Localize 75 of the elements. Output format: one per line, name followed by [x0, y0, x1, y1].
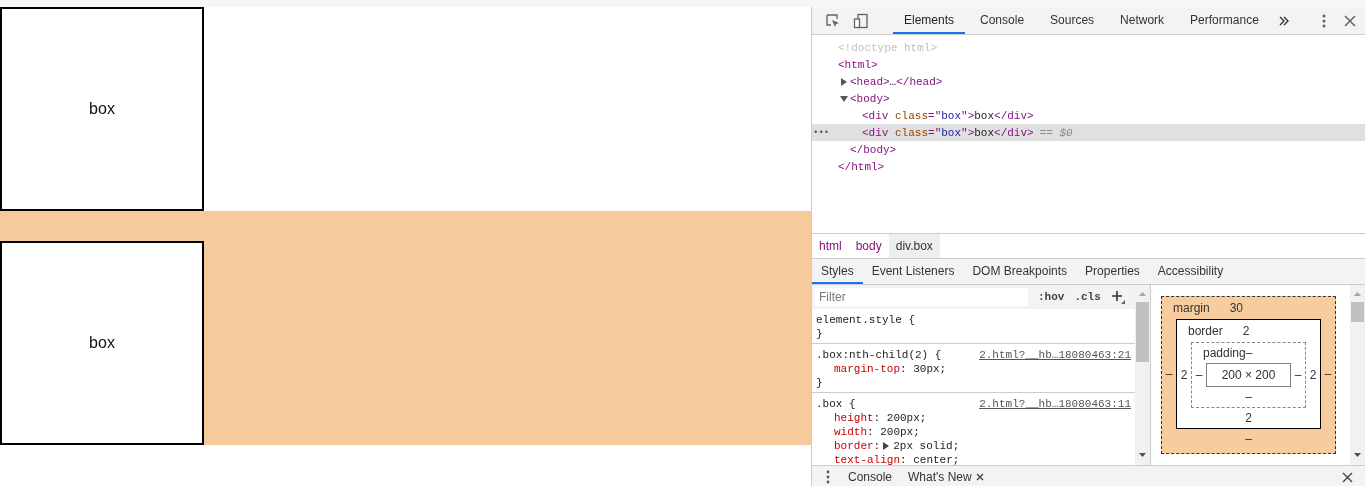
panel-tab[interactable]: Performance	[1179, 7, 1270, 34]
expanded-triangle-icon[interactable]	[840, 94, 848, 103]
box-label: box	[89, 100, 115, 118]
close-icon[interactable]	[1342, 471, 1353, 483]
dom-node[interactable]: </body>	[850, 143, 897, 156]
inspect-icon[interactable]	[825, 12, 841, 29]
sidebar-tab[interactable]: DOM Breakpoints	[963, 259, 1077, 284]
drawer-tab[interactable]: Console	[848, 470, 893, 484]
css-property[interactable]: text-align	[834, 453, 900, 465]
panel-tab[interactable]: Sources	[1039, 7, 1106, 34]
css-property[interactable]: border	[834, 439, 874, 453]
drawer-tab[interactable]: What's New	[908, 470, 972, 484]
border-top-value: 2	[1242, 324, 1250, 338]
padding-left-value: –	[1194, 368, 1204, 382]
padding-bottom-value: –	[1245, 390, 1252, 404]
dom-node[interactable]: <html>	[838, 58, 878, 71]
css-selector: .box {	[816, 397, 856, 411]
sidebar-tab[interactable]: Accessibility	[1148, 259, 1233, 284]
margin-right-value: –	[1323, 367, 1333, 381]
close-icon[interactable]	[975, 473, 984, 481]
panel-tab[interactable]: Network	[1109, 7, 1176, 34]
css-property[interactable]: width	[834, 425, 867, 439]
cls-toggle[interactable]: .cls	[1074, 291, 1101, 303]
panel-tab[interactable]: Console	[969, 7, 1036, 34]
breadcrumb[interactable]: div.box	[888, 234, 940, 258]
css-value[interactable]: : 200px;	[867, 425, 920, 439]
filter-field[interactable]: Filter	[815, 288, 1028, 306]
css-selector: .box:nth-child(2) {	[816, 348, 942, 362]
collapsed-triangle-icon[interactable]	[840, 77, 848, 86]
hov-toggle[interactable]: :hov	[1038, 291, 1065, 303]
margin-bottom-value: –	[1245, 432, 1252, 446]
selected-marker: == $0	[1039, 126, 1073, 139]
drawer-menu-icon[interactable]	[826, 470, 830, 484]
sidebar-tab[interactable]: Event Listeners	[862, 259, 964, 284]
border-right-value: 2	[1308, 368, 1318, 382]
margin-left-value: –	[1164, 367, 1174, 381]
menu-icon[interactable]	[1321, 13, 1326, 28]
css-property[interactable]: height	[834, 411, 874, 425]
source-link[interactable]: 2.html?__hb…18080463:11	[979, 397, 1131, 411]
colon-mark: :	[873, 439, 881, 453]
dom-node[interactable]: </html>	[838, 160, 885, 173]
border-bottom-value: 2	[1245, 411, 1252, 425]
content-size: 200 × 200	[1206, 363, 1291, 387]
scrollbar[interactable]	[1350, 285, 1365, 465]
gutter-dots[interactable]: •••	[813, 127, 830, 138]
padding-label: padding	[1203, 346, 1246, 360]
margin-label: margin	[1173, 301, 1210, 315]
dom-node[interactable]: <head>…</head>	[850, 75, 943, 88]
breadcrumb[interactable]: body	[848, 234, 889, 258]
padding-right-value: –	[1293, 368, 1303, 382]
scrollbar[interactable]	[1135, 285, 1150, 465]
border-left-value: 2	[1179, 368, 1189, 382]
device-toolbar-icon[interactable]	[853, 12, 869, 29]
padding-top-value: –	[1245, 346, 1253, 360]
add-rule-icon[interactable]	[1110, 290, 1125, 304]
breadcrumb[interactable]: html	[812, 234, 849, 258]
closing-brace: }	[816, 328, 823, 340]
css-property[interactable]: margin-top	[834, 362, 900, 376]
css-value[interactable]: : 30px;	[900, 362, 947, 376]
dom-node[interactable]: <div class="box">box</div>	[862, 109, 1034, 122]
dom-node[interactable]: <div class="box">box</div>	[862, 126, 1034, 139]
css-selector: element.style {	[816, 313, 916, 327]
css-value[interactable]: : 200px;	[873, 411, 927, 425]
more-tabs-icon[interactable]	[1277, 14, 1290, 27]
closing-brace: }	[816, 377, 823, 389]
margin-top-value: 30	[1229, 301, 1244, 315]
border-label: border	[1188, 324, 1223, 338]
dom-node[interactable]: <body>	[850, 92, 890, 105]
close-icon[interactable]	[1343, 14, 1356, 27]
css-value[interactable]: : center;	[900, 453, 960, 465]
sidebar-tab[interactable]: Properties	[1076, 259, 1149, 284]
css-value[interactable]: 2px solid;	[893, 439, 960, 453]
expand-triangle-icon[interactable]	[883, 442, 891, 450]
source-link[interactable]: 2.html?__hb…18080463:21	[979, 348, 1131, 362]
box-label: box	[89, 334, 115, 352]
